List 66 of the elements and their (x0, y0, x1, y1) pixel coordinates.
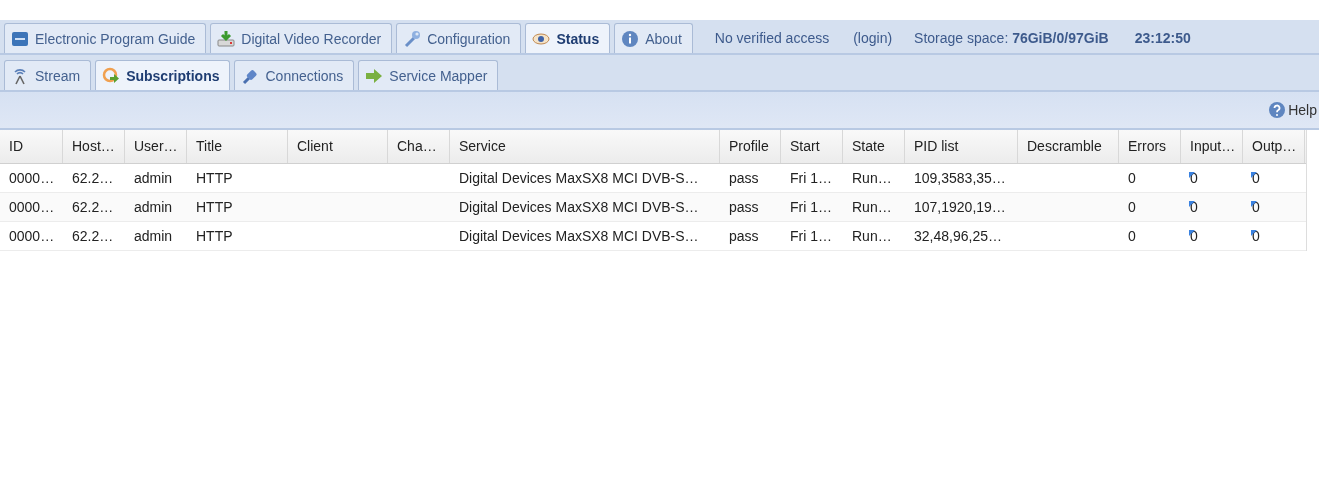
column-header[interactable]: State (843, 130, 905, 163)
column-header[interactable]: User… (125, 130, 187, 163)
column-header[interactable]: Errors (1119, 130, 1181, 163)
main-tab[interactable]: Digital Video Recorder (210, 23, 393, 53)
sub-tab[interactable]: Connections (234, 60, 355, 90)
table-cell: 62.2… (72, 228, 114, 244)
table-cell: pass (729, 228, 759, 244)
info-icon (621, 29, 640, 48)
epg-icon (11, 29, 29, 48)
table-cell: Digital Devices MaxSX8 MCI DVB-S… (459, 199, 699, 215)
table-cell: HTTP (196, 170, 233, 186)
table-cell: Run… (852, 228, 892, 244)
access-status: No verified access (714, 29, 830, 46)
column-header[interactable]: PID list (905, 130, 1018, 163)
help-icon (1268, 101, 1287, 119)
table-cell: admin (134, 199, 173, 215)
column-header[interactable]: Start (781, 130, 843, 163)
column-header[interactable]: Client (288, 130, 388, 163)
table-cell: 0 (1128, 228, 1136, 244)
help-button[interactable]: Help (1266, 99, 1319, 121)
table-cell: admin (134, 170, 173, 186)
table-cell: Run… (852, 199, 892, 215)
storage-space: Storage space: 76GiB/0/97GiB (914, 29, 1109, 46)
column-header[interactable]: Profile (720, 130, 781, 163)
table-cell: 0000… (9, 170, 55, 186)
table-cell: Digital Devices MaxSX8 MCI DVB-S… (459, 170, 699, 186)
wrench-icon (403, 29, 422, 48)
table-cell: 0000… (9, 228, 55, 244)
table-cell: Fri 1… (790, 228, 832, 244)
arrow-circle-icon (102, 66, 121, 85)
table-cell: Fri 1… (790, 170, 832, 186)
table-cell: 62.2… (72, 170, 114, 186)
table-cell: admin (134, 228, 173, 244)
download-icon (217, 29, 236, 48)
column-header[interactable]: Descramble (1018, 130, 1119, 163)
table-cell: Fri 1… (790, 199, 832, 215)
table-cell: HTTP (196, 199, 233, 215)
main-tab[interactable]: Configuration (396, 23, 522, 53)
main-tab[interactable]: Electronic Program Guide (4, 23, 207, 53)
table-cell: HTTP (196, 228, 233, 244)
table-cell: 0000… (9, 199, 55, 215)
table-cell: 107,1920,19… (914, 199, 1006, 215)
table-cell: 0 (1128, 170, 1136, 186)
table-cell: Digital Devices MaxSX8 MCI DVB-S… (459, 228, 699, 244)
table-cell: 0 (1128, 199, 1136, 215)
table-cell: 62.2… (72, 199, 114, 215)
column-header[interactable]: Title (187, 130, 288, 163)
main-tab[interactable]: About (614, 23, 693, 53)
arrow-icon (365, 66, 384, 85)
column-header[interactable]: Input… (1181, 130, 1243, 163)
table-cell: 109,3583,35… (914, 170, 1006, 186)
table-cell: Run… (852, 170, 892, 186)
sub-tab[interactable]: Subscriptions (95, 60, 231, 90)
login-link[interactable]: (login) (853, 29, 893, 46)
column-header[interactable]: Service (450, 130, 720, 163)
column-header[interactable]: Outp… (1243, 130, 1305, 163)
column-header[interactable]: ID (0, 130, 63, 163)
clock-time: 23:12:50 (1134, 29, 1191, 46)
column-header[interactable]: Host… (63, 130, 125, 163)
table-cell: pass (729, 170, 759, 186)
table-cell: 32,48,96,25… (914, 228, 1002, 244)
sub-tab[interactable]: Stream (4, 60, 92, 90)
column-header[interactable]: Cha… (388, 130, 450, 163)
sub-tab[interactable]: Service Mapper (358, 60, 499, 90)
main-tab[interactable]: Status (525, 23, 611, 53)
table-cell: pass (729, 199, 759, 215)
